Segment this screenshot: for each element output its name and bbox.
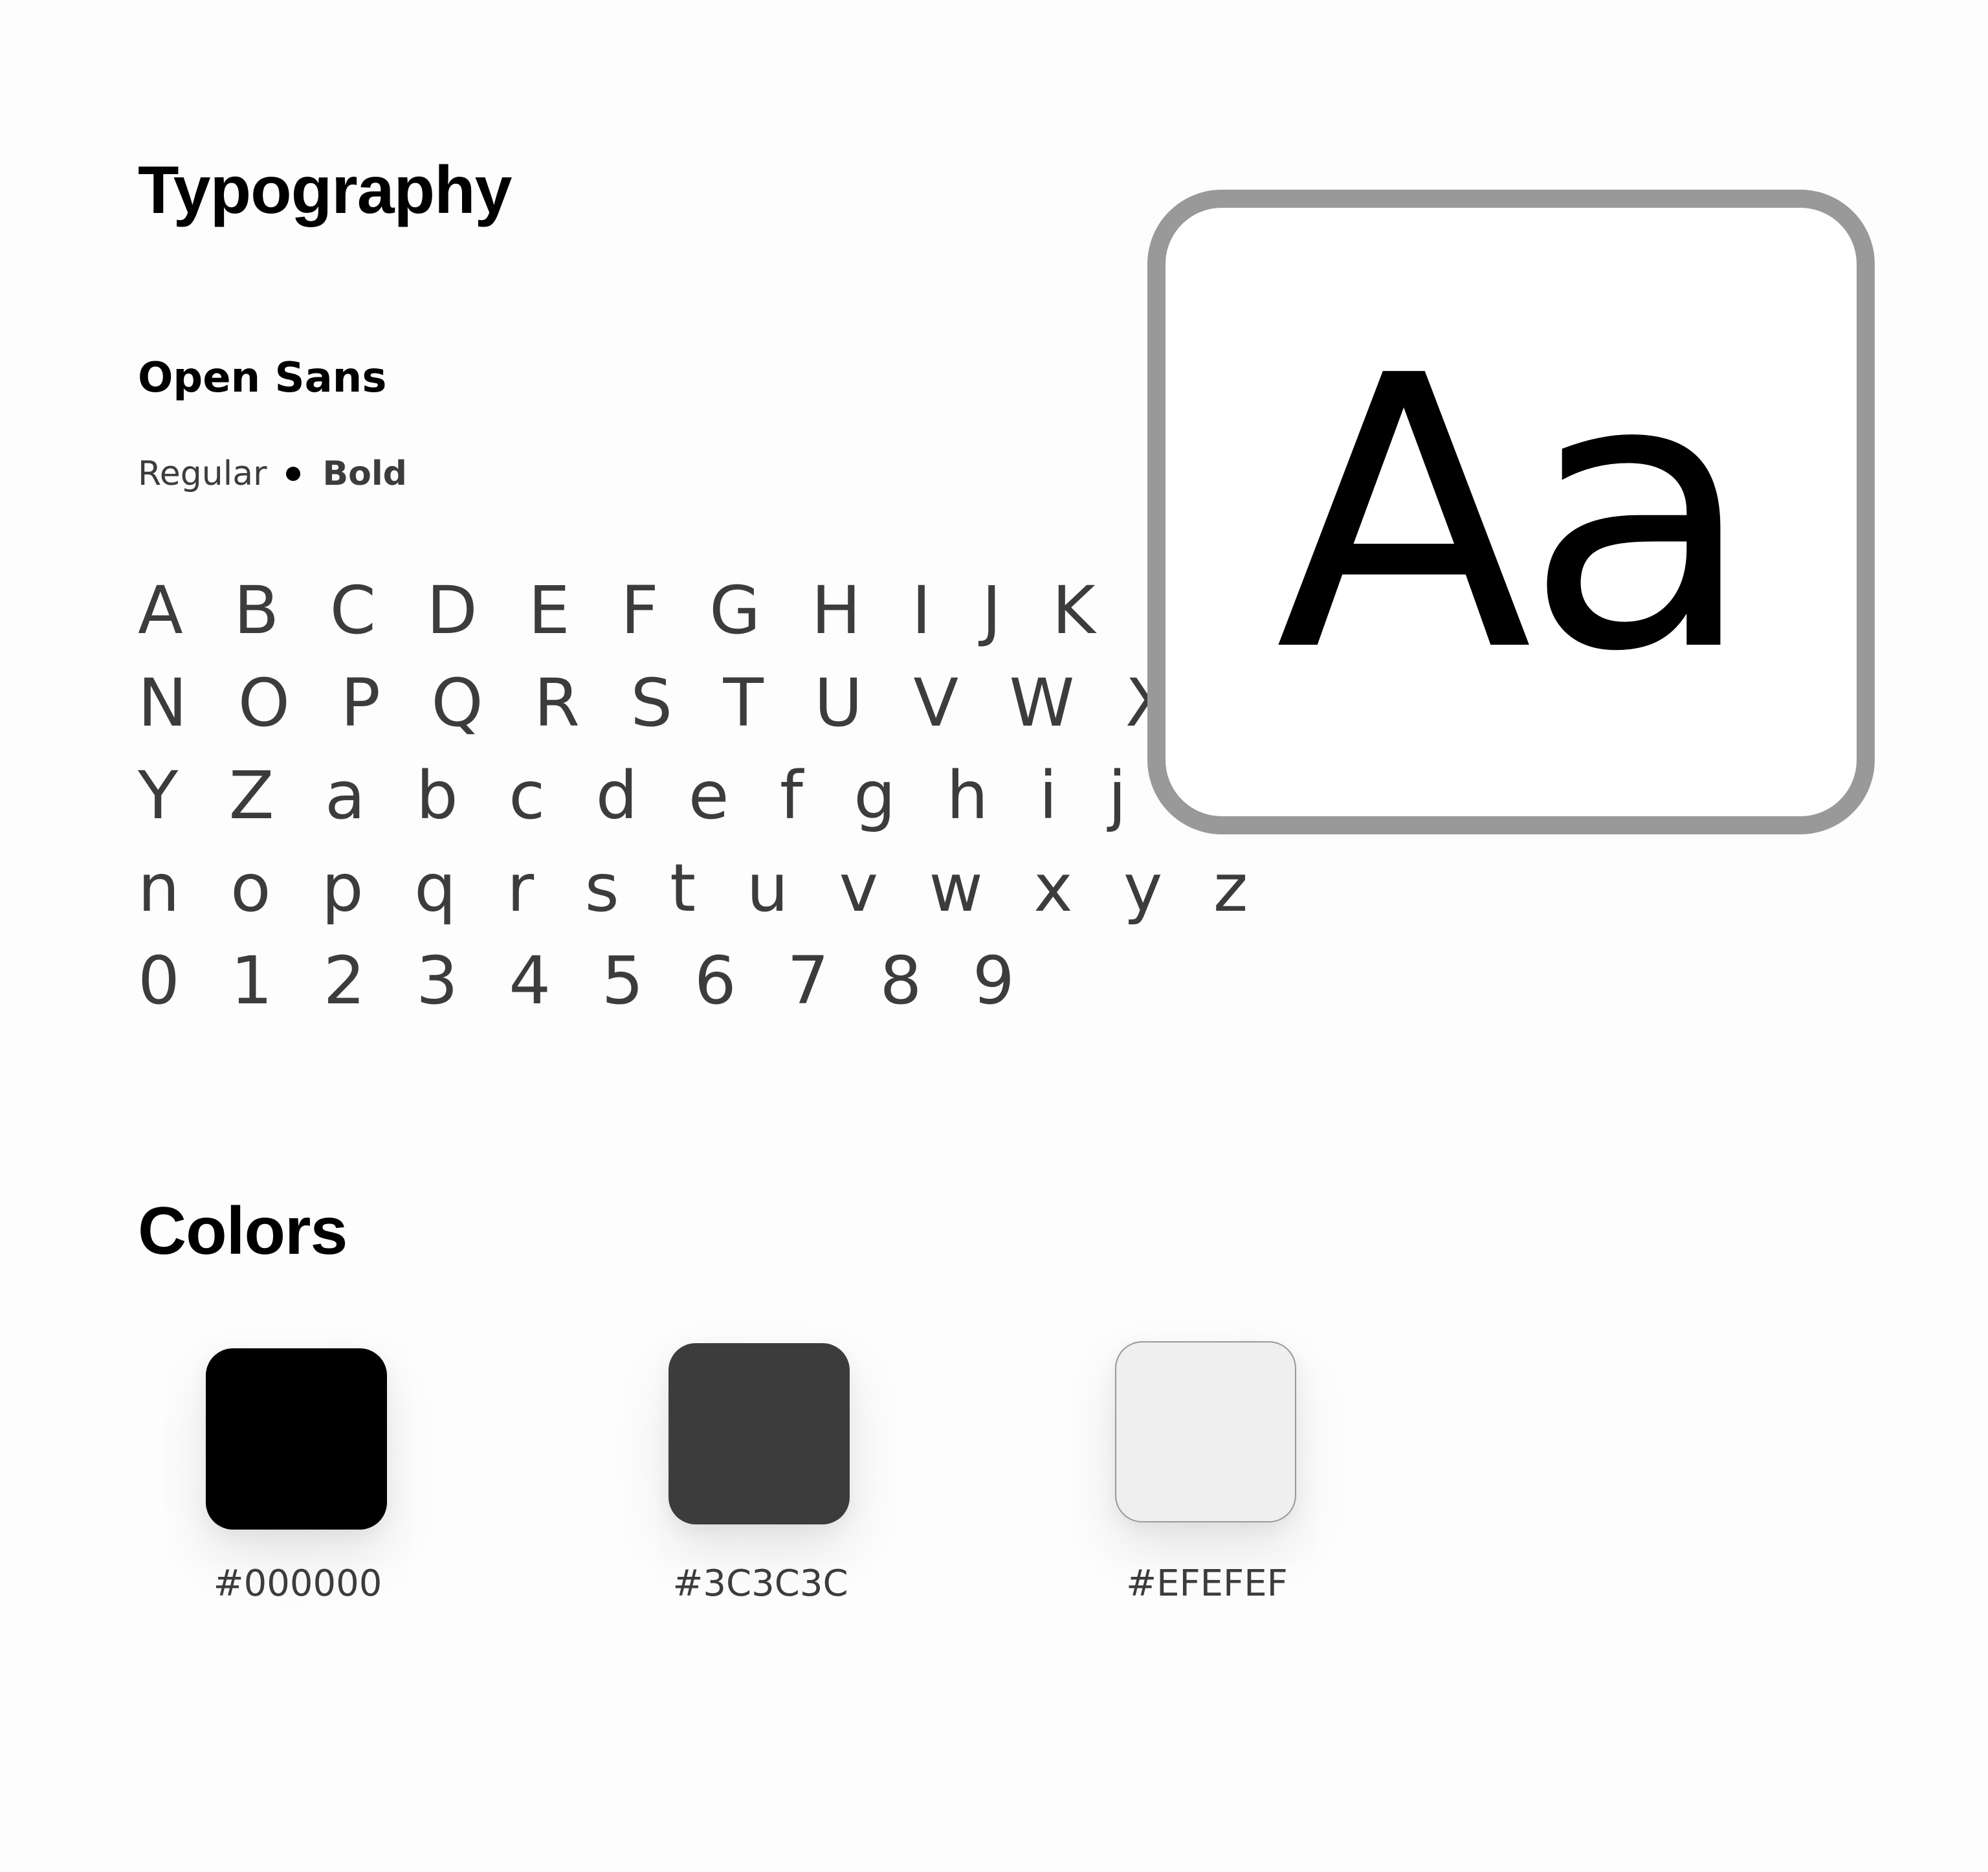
color-hex-label: #EFEFEF: [1126, 1563, 1288, 1605]
type-specimen-text: Aa: [1275, 296, 1754, 733]
bullet-separator: [286, 467, 301, 481]
color-swatch-light-gray: #EFEFEF: [1045, 1341, 1369, 1626]
font-weights: Regular Bold: [138, 457, 407, 491]
color-hex-label: #3C3C3C: [672, 1563, 848, 1605]
glyph-line-lowercase: n o p q r s t u v w x y z: [138, 850, 1263, 927]
weight-bold-label: Bold: [322, 454, 407, 493]
font-name: Open Sans: [138, 354, 387, 402]
color-swatch-black: #000000: [136, 1348, 459, 1633]
color-chip: [668, 1343, 850, 1524]
color-swatch-dark-gray: #3C3C3C: [599, 1343, 922, 1628]
weight-regular-label: Regular: [138, 454, 267, 493]
colors-title: Colors: [138, 1194, 348, 1269]
color-hex-label: #000000: [213, 1563, 382, 1605]
glyph-line-digits: 0 1 2 3 4 5 6 7 8 9: [138, 942, 1030, 1020]
color-chip: [206, 1348, 387, 1530]
color-chip: [1115, 1341, 1296, 1522]
typography-title: Typography: [138, 153, 512, 228]
type-specimen-card: Aa: [1147, 190, 1875, 834]
